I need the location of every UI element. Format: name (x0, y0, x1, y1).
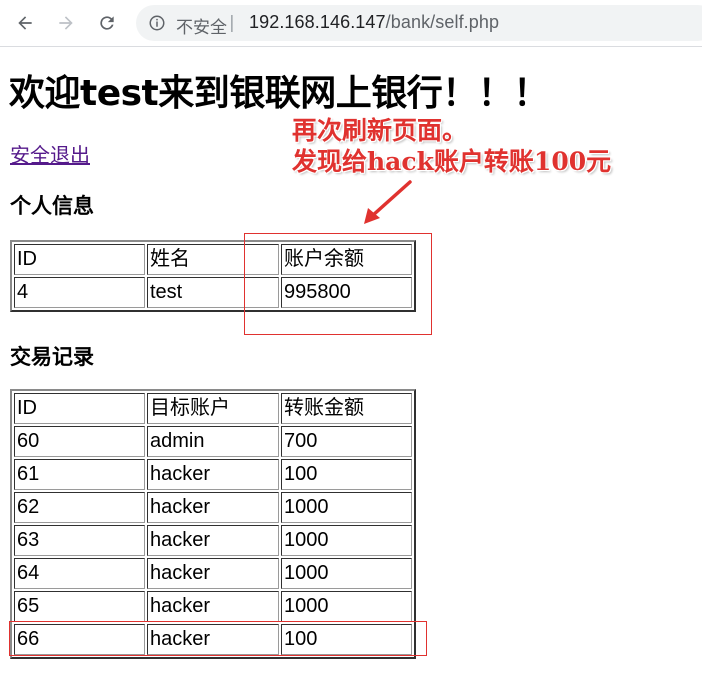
forward-button[interactable] (51, 8, 81, 38)
transactions-heading: 交易记录 (10, 345, 94, 369)
cell-target-account: hacker (147, 591, 279, 622)
cell-target-account: hacker (147, 558, 279, 589)
logout-link[interactable]: 安全退出 (10, 139, 90, 168)
cell-id: 66 (14, 624, 145, 655)
cell-amount: 100 (281, 624, 412, 655)
cell-id: 61 (14, 459, 145, 490)
address-bar[interactable]: 不安全 | 192.168.146.147/bank/self.php (136, 5, 702, 41)
page-title: 欢迎test来到银联网上银行！！！ (9, 73, 549, 114)
cell-name: test (147, 277, 279, 308)
table-row: 65 hacker 1000 (14, 591, 412, 622)
transactions-table: ID 目标账户 转账金额 60 admin 700 61 hacker 100 … (10, 389, 416, 659)
table-row: 61 hacker 100 (14, 459, 412, 490)
url-host: 192.168.146.147 (249, 12, 386, 32)
browser-toolbar: 不安全 | 192.168.146.147/bank/self.php (0, 0, 702, 47)
url-separator: | (229, 13, 235, 33)
header-cell-balance: 账户余额 (281, 244, 412, 275)
cell-target-account: hacker (147, 624, 279, 655)
header-cell-amount: 转账金额 (281, 393, 412, 424)
personal-info-heading: 个人信息 (10, 194, 94, 218)
cell-target-account: hacker (147, 492, 279, 523)
cell-amount: 1000 (281, 591, 412, 622)
table-row: 66 hacker 100 (14, 624, 412, 655)
url-path: /bank/self.php (385, 12, 500, 32)
header-cell-id: ID (14, 244, 145, 275)
cell-amount: 1000 (281, 525, 412, 556)
cell-id: 65 (14, 591, 145, 622)
table-row: 62 hacker 1000 (14, 492, 412, 523)
back-button[interactable] (10, 8, 40, 38)
table-header-row: ID 目标账户 转账金额 (14, 393, 412, 424)
cell-balance: 995800 (281, 277, 412, 308)
cell-id: 60 (14, 426, 145, 457)
back-arrow-icon (18, 16, 32, 30)
cell-amount: 100 (281, 459, 412, 490)
cell-amount: 1000 (281, 558, 412, 589)
table-row: 63 hacker 1000 (14, 525, 412, 556)
header-cell-id: ID (14, 393, 145, 424)
annotation-arrow-icon (364, 180, 412, 224)
forward-arrow-icon (59, 16, 73, 30)
cell-id: 63 (14, 525, 145, 556)
security-status-label[interactable]: 不安全 (176, 13, 227, 38)
cell-target-account: hacker (147, 525, 279, 556)
cell-amount: 700 (281, 426, 412, 457)
table-row: 64 hacker 1000 (14, 558, 412, 589)
reload-button[interactable] (92, 8, 122, 38)
cell-id: 62 (14, 492, 145, 523)
table-row: 60 admin 700 (14, 426, 412, 457)
cell-target-account: hacker (147, 459, 279, 490)
table-row: 4 test 995800 (14, 277, 412, 308)
table-header-row: ID 姓名 账户余额 (14, 244, 412, 275)
cell-amount: 1000 (281, 492, 412, 523)
header-cell-name: 姓名 (147, 244, 279, 275)
personal-info-table: ID 姓名 账户余额 4 test 995800 (10, 240, 416, 312)
url-text[interactable]: 192.168.146.147/bank/self.php (249, 12, 499, 33)
header-cell-target-account: 目标账户 (147, 393, 279, 424)
reload-icon (100, 16, 114, 30)
cell-id: 64 (14, 558, 145, 589)
cell-id: 4 (14, 277, 145, 308)
annotation-text-line2: 发现给hack账户转账100元 (292, 147, 612, 176)
info-circle-icon[interactable] (148, 14, 166, 32)
cell-target-account: admin (147, 426, 279, 457)
